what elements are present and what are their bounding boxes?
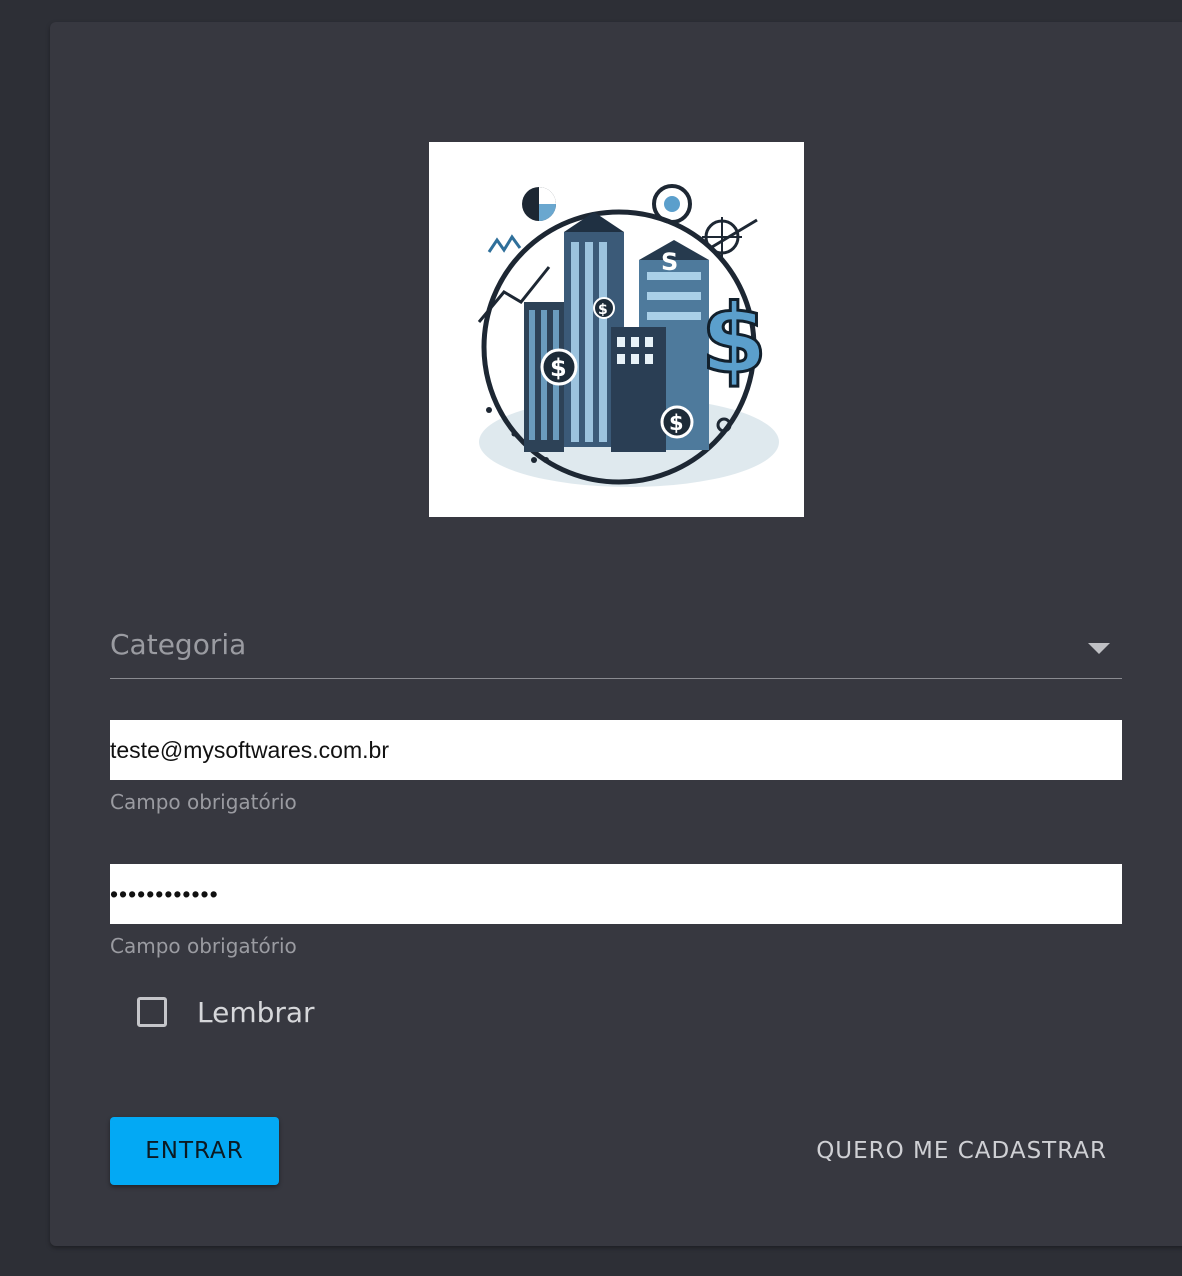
remember-me-label[interactable]: Lembrar (197, 996, 315, 1029)
category-select[interactable]: Categoria (110, 620, 1122, 679)
finance-city-logo-icon: $ $ $ $ S (477, 184, 779, 487)
remember-me-checkbox[interactable] (137, 997, 167, 1027)
password-field[interactable] (110, 864, 1122, 924)
svg-text:$: $ (550, 354, 567, 382)
category-label: Categoria (110, 628, 247, 661)
email-field[interactable] (110, 720, 1122, 780)
email-helper-text: Campo obrigatório (110, 790, 297, 814)
login-card: $ $ $ $ S Categoria teste@mysoftwares.co… (50, 22, 1182, 1246)
register-button[interactable]: QUERO ME CADASTRAR (816, 1130, 1107, 1172)
svg-text:S: S (661, 248, 678, 276)
svg-text:$: $ (669, 411, 684, 435)
svg-text:$: $ (598, 302, 608, 318)
password-helper-text: Campo obrigatório (110, 934, 297, 958)
svg-text:$: $ (701, 285, 767, 395)
login-button[interactable]: ENTRAR (110, 1117, 279, 1185)
remember-me-row[interactable]: Lembrar (137, 992, 315, 1032)
chevron-down-icon[interactable] (1088, 643, 1110, 654)
app-logo: $ $ $ $ S (429, 142, 804, 517)
